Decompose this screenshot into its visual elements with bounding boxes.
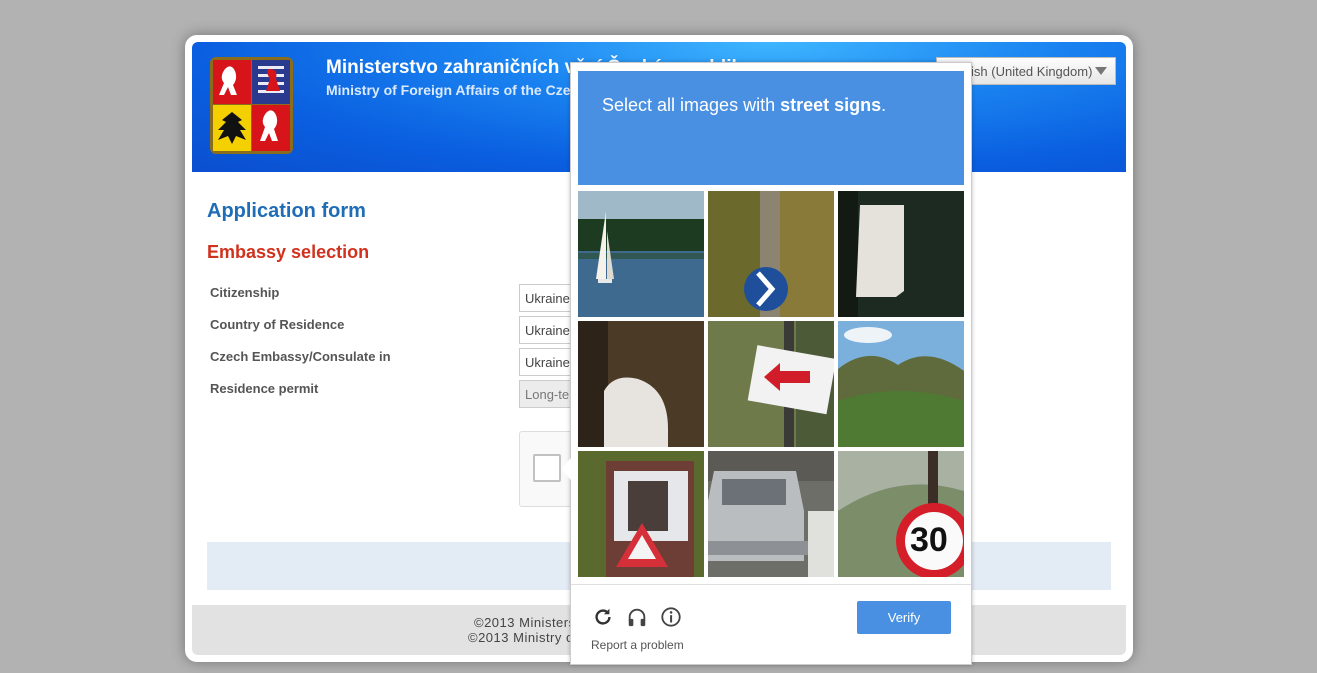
- tile-warning-triangle-sign[interactable]: [578, 451, 704, 577]
- recaptcha-checkbox[interactable]: [533, 454, 561, 482]
- reload-icon[interactable]: [592, 606, 614, 628]
- info-icon[interactable]: [660, 606, 682, 628]
- tile-speed-limit-30[interactable]: 30: [838, 451, 964, 577]
- captcha-pointer: [561, 458, 571, 480]
- tile-sailboat-lake[interactable]: [578, 191, 704, 317]
- tile-silver-car[interactable]: [708, 451, 834, 577]
- residence-permit-label: Residence permit: [210, 381, 319, 396]
- chevron-down-icon: [1095, 67, 1107, 75]
- tile-white-rock[interactable]: [578, 321, 704, 447]
- section-heading: Embassy selection: [207, 242, 370, 262]
- speed-limit-text: 30: [910, 521, 948, 559]
- captcha-instruction-prefix: Select all images with: [602, 95, 776, 115]
- captcha-instruction: Select all images with street signs.: [578, 71, 964, 185]
- citizenship-label: Citizenship: [210, 285, 280, 300]
- captcha-instruction-suffix: .: [881, 95, 887, 115]
- coat-of-arms-logo: [210, 57, 293, 154]
- captcha-divider: [571, 584, 971, 585]
- country-of-residence-label: Country of Residence: [210, 317, 345, 332]
- verify-button[interactable]: Verify: [857, 601, 951, 634]
- captcha-instruction-target: street signs: [780, 95, 882, 115]
- report-problem-link[interactable]: Report a problem: [591, 638, 684, 652]
- tile-arrow-sign[interactable]: [708, 321, 834, 447]
- embassy-label: Czech Embassy/Consulate in: [210, 349, 391, 364]
- tile-mountain-hills[interactable]: [838, 321, 964, 447]
- tile-white-patch-dark[interactable]: [838, 191, 964, 317]
- page-heading: Application form: [207, 200, 366, 222]
- headphones-icon[interactable]: [626, 606, 648, 628]
- tile-blue-sign-pole[interactable]: [708, 191, 834, 317]
